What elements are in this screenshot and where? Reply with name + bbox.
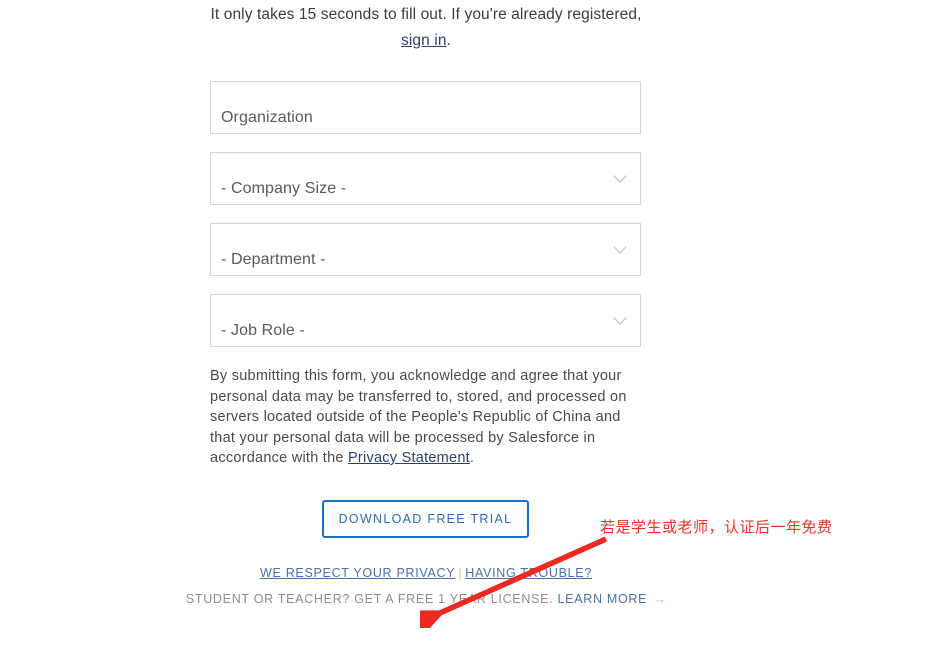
having-trouble-link[interactable]: HAVING TROUBLE? — [465, 566, 592, 580]
we-respect-your-privacy-link[interactable]: WE RESPECT YOUR PRIVACY — [260, 566, 455, 580]
organization-field[interactable]: Organization — [210, 81, 641, 134]
download-free-trial-button[interactable]: DOWNLOAD FREE TRIAL — [322, 500, 529, 538]
chevron-down-icon — [613, 317, 627, 326]
chinese-annotation-text: 若是学生或老师，认证后一年免费 — [600, 518, 833, 536]
student-teacher-text: STUDENT OR TEACHER? GET A FREE 1 YEAR LI… — [185, 592, 558, 606]
arrow-right-icon: → — [653, 591, 667, 606]
privacy-statement-link[interactable]: Privacy Statement — [348, 450, 470, 466]
footer-row-primary: WE RESPECT YOUR PRIVACY | HAVING TROUBLE? — [172, 563, 680, 584]
learn-more-link[interactable]: LEARN MORE — [558, 592, 648, 606]
job-role-select[interactable]: - Job Role - — [210, 294, 641, 347]
intro-text-before: It only takes 15 seconds to fill out. If… — [210, 6, 642, 23]
footer-links: WE RESPECT YOUR PRIVACY | HAVING TROUBLE? … — [172, 563, 680, 610]
legal-text-after: . — [469, 450, 475, 466]
trial-signup-form-page: It only takes 15 seconds to fill out. If… — [0, 0, 944, 648]
legal-disclaimer: By submitting this form, you acknowledge… — [210, 366, 642, 469]
sign-in-link[interactable]: sign in — [401, 32, 447, 49]
department-select-value: - Department - — [221, 251, 326, 268]
department-select[interactable]: - Department - — [210, 223, 641, 276]
footer-separator: | — [458, 566, 463, 580]
company-size-select[interactable]: - Company Size - — [210, 152, 641, 205]
footer-row-student: STUDENT OR TEACHER? GET A FREE 1 YEAR LI… — [172, 588, 680, 610]
job-role-select-value: - Job Role - — [221, 322, 305, 339]
organization-field-value: Organization — [221, 109, 313, 126]
chevron-down-icon — [613, 246, 627, 255]
company-size-select-value: - Company Size - — [221, 180, 347, 197]
intro-text-after: . — [446, 32, 451, 49]
intro-text: It only takes 15 seconds to fill out. If… — [210, 2, 642, 54]
chevron-down-icon — [613, 175, 627, 184]
